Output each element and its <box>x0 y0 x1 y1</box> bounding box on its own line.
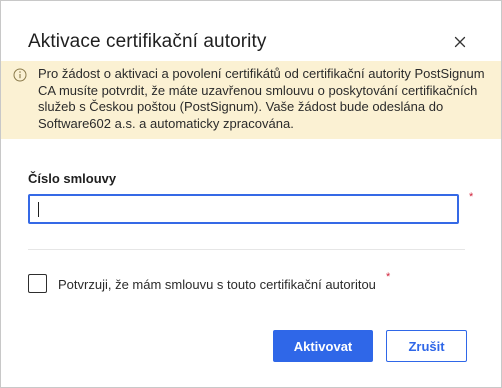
divider <box>28 249 465 250</box>
contract-required-mark: * <box>469 191 474 203</box>
text-caret <box>38 202 39 217</box>
close-icon <box>454 36 466 48</box>
confirm-contract-checkbox[interactable] <box>28 274 47 293</box>
activate-button[interactable]: Aktivovat <box>273 330 373 362</box>
info-banner: Pro žádost o aktivaci a povolení certifi… <box>1 61 501 139</box>
cancel-button[interactable]: Zrušit <box>386 330 467 362</box>
dialog-title: Aktivace certifikační autority <box>28 31 267 52</box>
contract-number-label: Číslo smlouvy <box>28 171 117 186</box>
dialog: Aktivace certifikační autority Pro žádos… <box>0 0 502 388</box>
info-icon <box>13 68 27 82</box>
info-banner-text: Pro žádost o aktivaci a povolení certifi… <box>38 66 485 131</box>
close-button[interactable] <box>451 33 469 51</box>
contract-number-input[interactable] <box>28 194 459 224</box>
confirm-contract-label[interactable]: Potvrzuji, že mám smlouvu s touto certif… <box>58 277 376 292</box>
confirm-required-mark: * <box>386 271 391 283</box>
